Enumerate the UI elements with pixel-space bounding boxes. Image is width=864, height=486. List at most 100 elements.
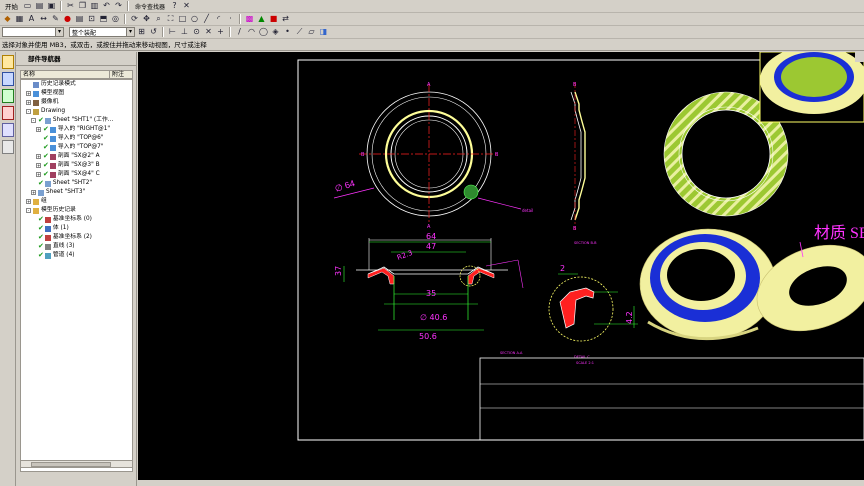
snap-mid-icon[interactable]: ⊥ — [179, 27, 190, 37]
chevron-down-icon[interactable]: ▾ — [55, 28, 63, 36]
expand-icon[interactable]: + — [36, 172, 41, 177]
checkmark-icon[interactable]: ✔ — [43, 134, 49, 143]
point-icon[interactable]: · — [225, 14, 236, 24]
expand-icon[interactable]: + — [36, 163, 41, 168]
expand-icon[interactable]: + — [31, 190, 36, 195]
line-icon[interactable]: ╱ — [201, 14, 212, 24]
scroll-thumb[interactable] — [31, 462, 111, 467]
drawing-sheet[interactable]: ∅ 64 A A B B detail B B SECTION B-B 64 4… — [138, 46, 864, 481]
snap-on-icon[interactable]: • — [282, 27, 293, 37]
tree-node[interactable]: + ✔ 导入的 "RIGHT@1" — [21, 125, 132, 134]
checkmark-icon[interactable]: ✔ — [38, 233, 44, 242]
expand-icon[interactable]: + — [26, 100, 31, 105]
snap-ext-icon[interactable]: ⟋ — [294, 27, 305, 37]
new-icon[interactable]: ▭ — [22, 1, 33, 11]
layer-icon[interactable]: ◆ — [2, 14, 13, 24]
tree-node[interactable]: 历史记录模式 — [21, 80, 132, 89]
expand-icon[interactable]: + — [26, 199, 31, 204]
rect-icon[interactable]: □ — [177, 14, 188, 24]
snap-intersect-icon[interactable]: ✕ — [203, 27, 214, 37]
arc-icon[interactable]: ◜ — [213, 14, 224, 24]
snap-tangent-icon[interactable]: ◠ — [246, 27, 257, 37]
part-navigator-tab-icon[interactable] — [2, 55, 14, 69]
tree-node[interactable]: ✔ 基准坐标系 (0) — [21, 215, 132, 224]
pan-icon[interactable]: ✥ — [141, 14, 152, 24]
selection-filter-combo[interactable]: ▾ — [2, 27, 64, 37]
snap-circle-icon[interactable]: ◯ — [258, 27, 269, 37]
checkmark-icon[interactable]: ✔ — [38, 215, 44, 224]
dimension-icon[interactable]: ↔ — [38, 14, 49, 24]
note-icon[interactable]: ✎ — [50, 14, 61, 24]
rotate-icon[interactable]: ⟳ — [129, 14, 140, 24]
tree-node[interactable]: ✔ 体 (1) — [21, 224, 132, 233]
color-icon[interactable]: ■ — [268, 14, 279, 24]
tree-node[interactable]: + 组 — [21, 197, 132, 206]
tree-node[interactable]: - ✔ Sheet "SHT1" (工作... — [21, 116, 132, 125]
canvas-scroll-stub[interactable] — [855, 52, 864, 62]
open-icon[interactable]: ▤ — [34, 1, 45, 11]
tree-node[interactable]: + ✔ 剖面 "SX@2" A — [21, 152, 132, 161]
history-tab-icon[interactable] — [2, 106, 14, 120]
collapse-icon[interactable]: - — [26, 208, 31, 213]
snap-quadrant-icon[interactable]: ◈ — [270, 27, 281, 37]
graphics-window[interactable]: ∅ 64 A A B B detail B B SECTION B-B 64 4… — [138, 46, 864, 481]
web-tab-icon[interactable] — [2, 140, 14, 154]
scope-combo[interactable]: 整个装配 ▾ — [69, 27, 135, 37]
tree-node[interactable]: + ✔ 剖面 "SX@4" C — [21, 170, 132, 179]
assembly-navigator-tab-icon[interactable] — [2, 72, 14, 86]
checkmark-icon[interactable]: ✔ — [43, 125, 49, 134]
tree-node[interactable]: ✔ 管道 (4) — [21, 251, 132, 260]
section-icon[interactable]: ⊡ — [86, 14, 97, 24]
redo-icon[interactable]: ↷ — [113, 1, 124, 11]
hatch-icon[interactable]: ▩ — [244, 14, 255, 24]
checkmark-icon[interactable]: ✔ — [38, 242, 44, 251]
snap-all-icon[interactable]: ▱ — [306, 27, 317, 37]
view-icon[interactable]: ⬒ — [98, 14, 109, 24]
tree-node[interactable]: ✔ 直线 (3) — [21, 242, 132, 251]
start-menu[interactable]: 开始 — [2, 1, 21, 11]
expand-icon[interactable]: + — [36, 154, 41, 159]
zoom-icon[interactable]: ⌕ — [153, 14, 164, 24]
circle-icon[interactable]: ○ — [189, 14, 200, 24]
snap-center-icon[interactable]: ⊙ — [191, 27, 202, 37]
chevron-down-icon[interactable]: ▾ — [126, 28, 134, 36]
tree-node[interactable]: + Sheet "SHT3" — [21, 188, 132, 197]
column-notes[interactable]: 附注 — [110, 71, 132, 78]
tree-node[interactable]: + 摄像机 — [21, 98, 132, 107]
render-icon[interactable]: ▲ — [256, 14, 267, 24]
tree-node[interactable]: ✔ 导入的 "TOP@6" — [21, 134, 132, 143]
move-icon[interactable]: ⇄ — [280, 14, 291, 24]
snap-line-icon[interactable]: / — [234, 27, 245, 37]
reset-icon[interactable]: ↺ — [148, 27, 159, 37]
tree-node[interactable]: + ✔ 剖面 "SX@3" B — [21, 161, 132, 170]
checkmark-icon[interactable]: ✔ — [38, 179, 44, 188]
help-icon[interactable]: ? — [169, 1, 180, 11]
tree-node[interactable]: ✔ 导入的 "TOP@7" — [21, 143, 132, 152]
tree-node[interactable]: - 模型历史记录 — [21, 206, 132, 215]
collapse-icon[interactable]: - — [26, 109, 31, 114]
expand-icon[interactable]: + — [36, 127, 41, 132]
checkmark-icon[interactable]: ✔ — [43, 143, 49, 152]
snap-end-icon[interactable]: ⊢ — [167, 27, 178, 37]
close-icon[interactable]: ✕ — [181, 1, 192, 11]
paste-icon[interactable]: ▥ — [89, 1, 100, 11]
undo-icon[interactable]: ↶ — [101, 1, 112, 11]
column-name[interactable]: 名称 — [21, 71, 110, 78]
filter-icon[interactable]: ⊞ — [136, 27, 147, 37]
roles-tab-icon[interactable] — [2, 123, 14, 137]
snap-box-icon[interactable]: ◨ — [318, 27, 329, 37]
command-finder[interactable]: 命令查找器 — [132, 2, 168, 11]
cut-icon[interactable]: ✂ — [65, 1, 76, 11]
grid-icon[interactable]: ▦ — [14, 14, 25, 24]
checkmark-icon[interactable]: ✔ — [38, 251, 44, 260]
checkmark-icon[interactable]: ✔ — [38, 224, 44, 233]
checkmark-icon[interactable]: ✔ — [38, 116, 44, 125]
tree-node[interactable]: - Drawing — [21, 107, 132, 116]
symbol-icon[interactable]: ● — [62, 14, 73, 24]
checkmark-icon[interactable]: ✔ — [43, 152, 49, 161]
detail-icon[interactable]: ◎ — [110, 14, 121, 24]
save-icon[interactable]: ▣ — [46, 1, 57, 11]
collapse-icon[interactable]: - — [31, 118, 36, 123]
constraint-tab-icon[interactable] — [2, 89, 14, 103]
expand-icon[interactable]: + — [26, 91, 31, 96]
